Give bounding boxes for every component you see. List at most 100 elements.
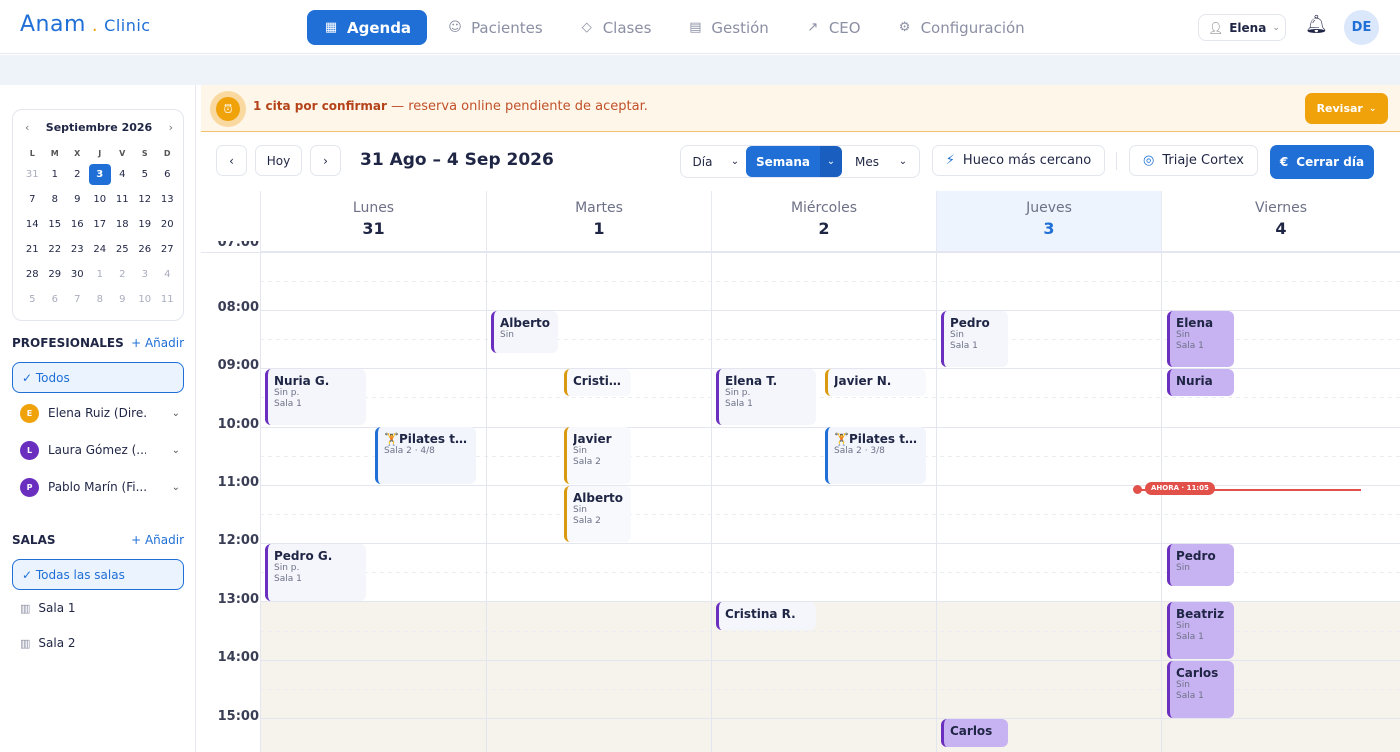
day-cell[interactable]: 28 [21, 269, 44, 280]
view-semana[interactable]: Semana [746, 146, 820, 177]
filter-todos[interactable]: ✓ Todos [12, 362, 184, 393]
day-cell[interactable]: 5 [21, 294, 44, 305]
day-cell-today[interactable]: 3 [88, 164, 111, 185]
nav-clases-label: Clases [602, 18, 652, 37]
day-cell[interactable]: 2 [111, 269, 134, 280]
nav-pacientes[interactable]: ☺ Pacientes [431, 10, 559, 45]
appointment-event[interactable]: Beatriz Sin Sala 1 [1167, 602, 1234, 659]
add-profesional-button[interactable]: + Añadir [131, 336, 184, 350]
appointment-event[interactable]: Carlos [941, 719, 1008, 747]
day-cell[interactable]: 9 [66, 194, 89, 205]
day-cell[interactable]: 14 [21, 219, 44, 230]
day-cell[interactable]: 15 [44, 219, 67, 230]
day-cell[interactable]: 1 [89, 269, 112, 280]
sala-item[interactable]: ▥ Sala 1 [20, 601, 76, 615]
day-cell[interactable]: 27 [156, 244, 179, 255]
day-cell[interactable]: 9 [111, 294, 134, 305]
triaje-button[interactable]: ◎ Triaje Cortex [1129, 145, 1258, 176]
day-cell[interactable]: 1 [44, 169, 67, 180]
sala-item[interactable]: ▥ Sala 2 [20, 636, 76, 650]
view-dia[interactable]: Día [681, 146, 724, 177]
appointment-event[interactable]: Nuria [1167, 369, 1234, 396]
nav-gestion[interactable]: ▤ Gestión [671, 10, 784, 45]
day-cell[interactable]: 4 [156, 269, 179, 280]
profesional-item[interactable]: L Laura Gómez (... ⌄ [20, 438, 180, 462]
day-cell[interactable]: 6 [156, 169, 179, 180]
day-cell[interactable]: 20 [156, 219, 179, 230]
cerrar-dia-button[interactable]: € Cerrar día [1270, 145, 1374, 179]
appointment-event[interactable]: Cristin… [564, 369, 631, 396]
view-dia-chevron-icon[interactable]: ⌄ [724, 146, 746, 177]
day-cell[interactable]: 7 [66, 294, 89, 305]
day-cell[interactable]: 13 [156, 194, 179, 205]
day-cell[interactable]: 23 [66, 244, 89, 255]
avatar[interactable]: DE [1344, 10, 1379, 45]
day-cell[interactable]: 17 [89, 219, 112, 230]
day-cell[interactable]: 2 [66, 169, 89, 180]
appointment-event[interactable]: Carlos Sin Sala 1 [1167, 661, 1234, 718]
day-cell[interactable]: 30 [66, 269, 89, 280]
revisar-button[interactable]: Revisar ⌄ [1305, 93, 1388, 124]
day-cell[interactable]: 10 [89, 194, 112, 205]
day-cell[interactable]: 19 [134, 219, 157, 230]
view-mes[interactable]: Mes [842, 146, 892, 177]
profesional-name: Elena Ruiz (Dire... [48, 406, 146, 420]
day-cell[interactable]: 10 [134, 294, 157, 305]
hueco-button[interactable]: ⚡︎ Hueco más cercano [932, 145, 1105, 176]
next-month-icon[interactable]: › [169, 121, 173, 134]
day-cell[interactable]: 12 [134, 194, 157, 205]
appointment-event[interactable]: Pedro G. Sin p. Sala 1 [265, 544, 366, 601]
view-mes-chevron-icon[interactable]: ⌄ [892, 146, 914, 177]
day-cell[interactable]: 21 [21, 244, 44, 255]
day-cell[interactable]: 4 [111, 169, 134, 180]
add-sala-button[interactable]: + Añadir [131, 533, 184, 547]
day-cell[interactable]: 3 [134, 269, 157, 280]
user-selector[interactable]: 👤︎ Elena ⌄ [1198, 14, 1286, 41]
day-cell[interactable]: 31 [21, 169, 44, 180]
appointment-event[interactable]: Elena T. Sin p. Sala 1 [716, 369, 816, 425]
day-cell[interactable]: 22 [44, 244, 67, 255]
day-cell[interactable]: 7 [21, 194, 44, 205]
appointment-event[interactable]: Pedro Sin Sala 1 [941, 311, 1008, 367]
day-cell[interactable]: 5 [134, 169, 157, 180]
appointment-event[interactable]: Javier N. [825, 369, 926, 396]
prev-week-button[interactable]: ‹ [216, 145, 247, 176]
prev-month-icon[interactable]: ‹ [25, 121, 29, 134]
today-button[interactable]: Hoy [255, 145, 302, 176]
filter-todas-salas[interactable]: ✓ Todas las salas [12, 559, 184, 590]
appointment-event[interactable]: Javier Sin Sala 2 [564, 427, 631, 484]
appointment-event[interactable]: Alberto Sin [491, 311, 558, 353]
chevron-down-icon[interactable]: ⌄ [172, 482, 180, 493]
day-cell[interactable]: 26 [134, 244, 157, 255]
day-cell[interactable]: 29 [44, 269, 67, 280]
appointment-event[interactable]: Cristina R. [716, 602, 816, 630]
chevron-down-icon[interactable]: ⌄ [172, 408, 180, 419]
day-cell[interactable]: 18 [111, 219, 134, 230]
day-cell[interactable]: 24 [89, 244, 112, 255]
day-cell[interactable]: 8 [44, 194, 67, 205]
appointment-event[interactable]: Alberto Sin Sala 2 [564, 486, 631, 542]
day-cell[interactable]: 11 [156, 294, 179, 305]
nav-configuracion[interactable]: ⚙ Configuración [881, 10, 1041, 45]
day-cell[interactable]: 6 [44, 294, 67, 305]
next-week-button[interactable]: › [310, 145, 341, 176]
profesional-item[interactable]: P Pablo Marín (Fi... ⌄ [20, 475, 180, 499]
nav-ceo[interactable]: ↗ CEO [789, 10, 877, 45]
appointment-event[interactable]: Nuria G. Sin p. Sala 1 [265, 369, 366, 425]
chevron-down-icon[interactable]: ⌄ [172, 445, 180, 456]
brand-logo[interactable]: Anam. Clinic [20, 12, 151, 37]
view-semana-chevron-icon[interactable]: ⌄ [820, 146, 842, 177]
appointment-event[interactable]: Pedro Sin [1167, 544, 1234, 586]
nav-agenda[interactable]: ▦ Agenda [307, 10, 428, 45]
profesional-item[interactable]: E Elena Ruiz (Dire... ⌄ [20, 401, 180, 425]
nav-ceo-label: CEO [828, 18, 861, 37]
class-event[interactable]: 🏋Pilates ter…Sala 2 · 4/8 [375, 427, 476, 484]
bell-icon[interactable]: 🔔︎ [1305, 14, 1328, 35]
day-cell[interactable]: 11 [111, 194, 134, 205]
day-cell[interactable]: 16 [66, 219, 89, 230]
nav-clases[interactable]: ◇ Clases [563, 10, 668, 45]
class-event[interactable]: 🏋Pilates ter…Sala 2 · 3/8 [825, 427, 926, 484]
appointment-event[interactable]: Elena Sin Sala 1 [1167, 311, 1234, 367]
day-cell[interactable]: 25 [111, 244, 134, 255]
day-cell[interactable]: 8 [89, 294, 112, 305]
